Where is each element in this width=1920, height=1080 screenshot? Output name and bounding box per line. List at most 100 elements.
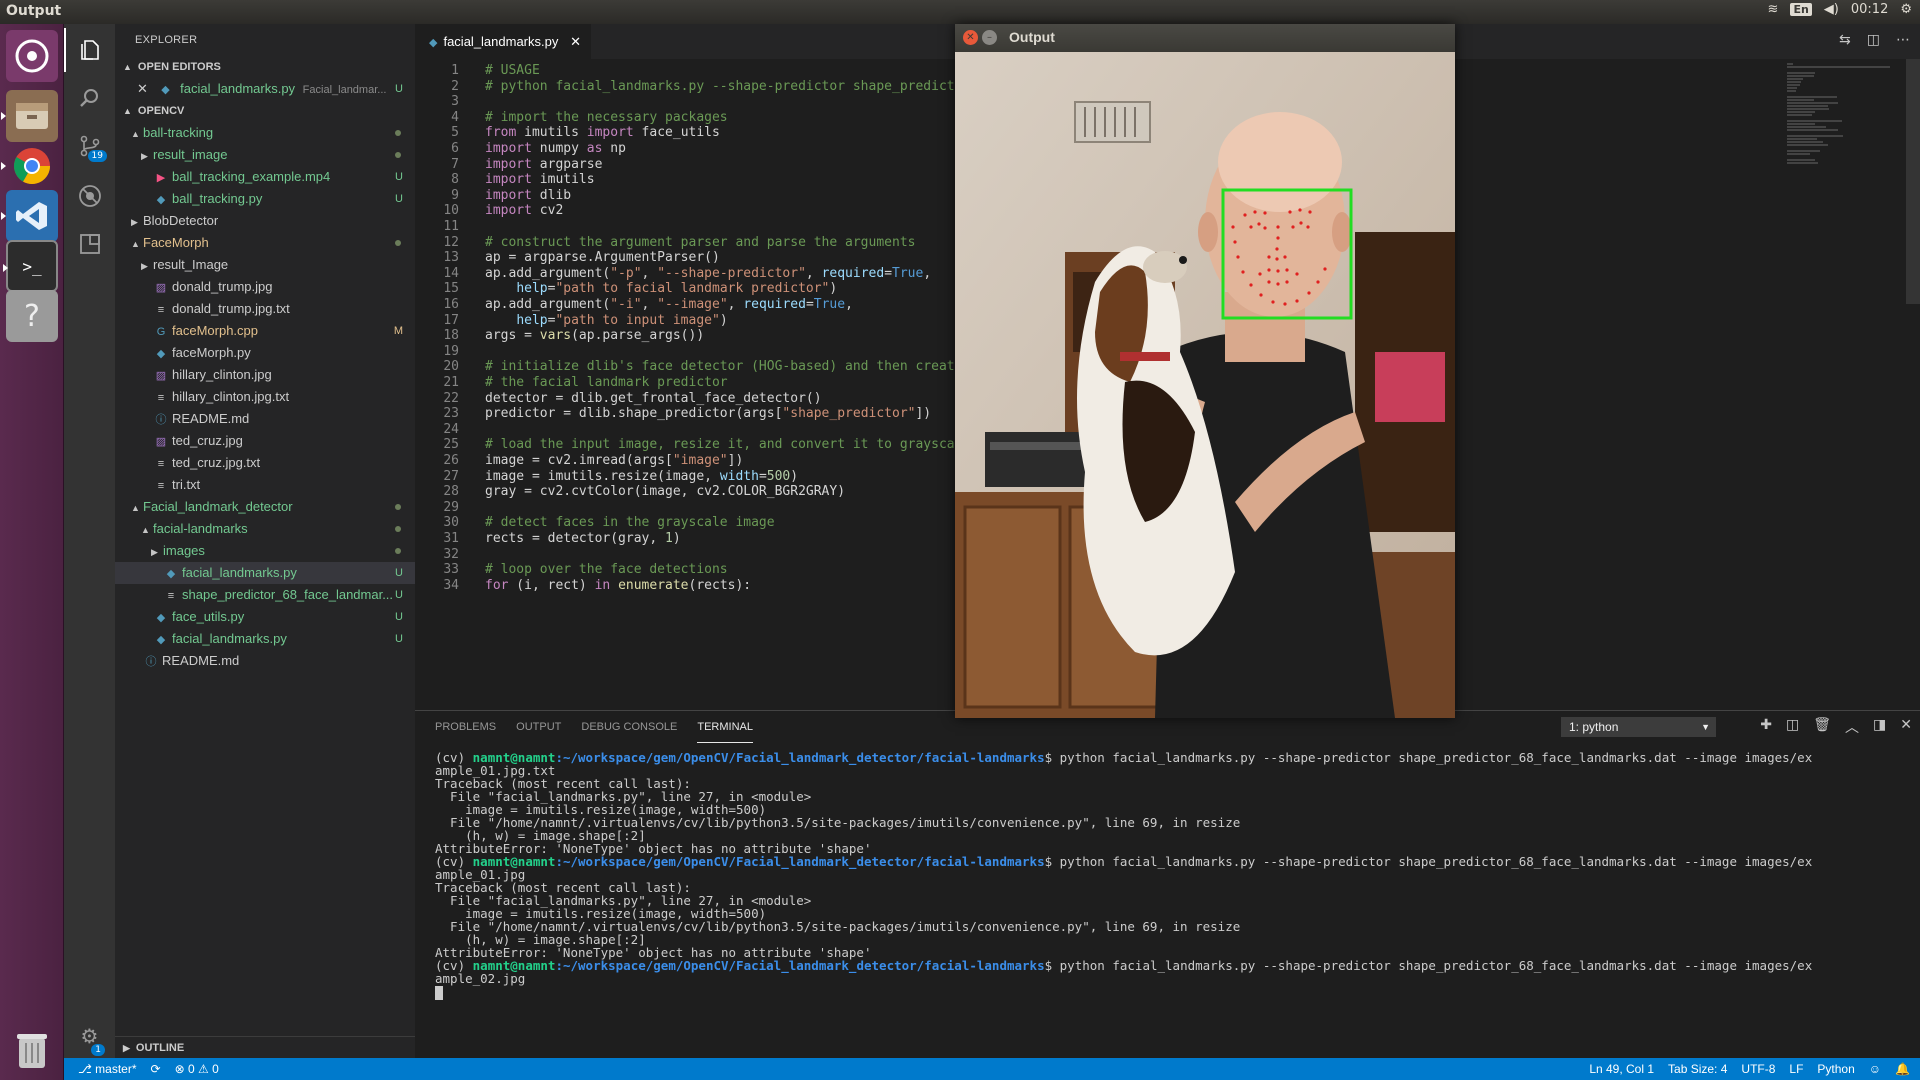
- tree-item[interactable]: ▶ BlobDetector: [115, 210, 415, 232]
- tree-item[interactable]: ≡ hillary_clinton.jpg.txt: [115, 386, 415, 408]
- wifi-icon[interactable]: ≋: [1768, 2, 1779, 17]
- extensions-icon[interactable]: [64, 222, 115, 266]
- minimap-line: [1787, 72, 1815, 74]
- panel-tab[interactable]: TERMINAL: [697, 711, 753, 743]
- files-app-icon[interactable]: [1, 90, 58, 142]
- git-status: U: [395, 611, 403, 623]
- terminal-app-icon[interactable]: >_: [3, 240, 58, 292]
- line-number: 22: [443, 390, 459, 406]
- debug-icon[interactable]: [64, 174, 115, 218]
- tab-facial-landmarks-py[interactable]: ◆ facial_landmarks.py ✕: [415, 24, 591, 59]
- help-app-icon[interactable]: ?: [6, 290, 58, 342]
- source-control-icon[interactable]: 19: [64, 124, 115, 168]
- keyboard-layout-indicator[interactable]: En: [1790, 3, 1812, 16]
- tree-item-label: faceMorph.py: [172, 345, 251, 360]
- tree-item[interactable]: ▲ Facial_landmark_detector: [115, 496, 415, 518]
- panel-tab[interactable]: OUTPUT: [516, 711, 561, 743]
- vscode-app-icon[interactable]: [1, 190, 58, 242]
- tree-item[interactable]: ⓘ README.md: [115, 650, 415, 672]
- tree-item[interactable]: ≡ shape_predictor_68_face_landmar... U: [115, 584, 415, 606]
- maximize-panel-icon[interactable]: ︿: [1845, 717, 1859, 737]
- line-number: 4: [451, 109, 459, 125]
- split-terminal-icon[interactable]: ◫: [1786, 717, 1799, 737]
- panel-tab[interactable]: DEBUG CONSOLE: [581, 711, 677, 743]
- workspace-folder-header[interactable]: ▲ OPENCV: [115, 100, 415, 122]
- tree-item[interactable]: ◆ face_utils.py U: [115, 606, 415, 628]
- sync-icon[interactable]: ⟳: [151, 1058, 161, 1080]
- tree-item[interactable]: ▶ images: [115, 540, 415, 562]
- close-icon[interactable]: ✕: [137, 81, 148, 96]
- window-close-button[interactable]: ✕: [963, 30, 978, 45]
- code-text: import argparse: [485, 156, 603, 172]
- outline-section-header[interactable]: ▶ OUTLINE: [115, 1036, 415, 1058]
- tree-item[interactable]: ▲ facial-landmarks: [115, 518, 415, 540]
- tree-item[interactable]: ▶ result_Image: [115, 254, 415, 276]
- line-ending[interactable]: LF: [1789, 1058, 1803, 1080]
- tree-item[interactable]: ▶ ball_tracking_example.mp4 U: [115, 166, 415, 188]
- tree-item-label: faceMorph.cpp: [172, 323, 258, 338]
- tree-item[interactable]: ▨ donald_trump.jpg: [115, 276, 415, 298]
- minimap[interactable]: [1785, 59, 1905, 199]
- tree-item[interactable]: ≡ ted_cruz.jpg.txt: [115, 452, 415, 474]
- volume-icon[interactable]: ◀): [1824, 2, 1839, 17]
- file-type-icon: ▨: [155, 370, 167, 382]
- window-minimize-button[interactable]: –: [982, 30, 997, 45]
- open-editor-item[interactable]: ✕ ◆ facial_landmarks.py Facial_landmar..…: [115, 78, 415, 100]
- new-terminal-icon[interactable]: ✚: [1760, 717, 1772, 737]
- tree-item[interactable]: ◆ ball_tracking.py U: [115, 188, 415, 210]
- tree-item[interactable]: ≡ donald_trump.jpg.txt: [115, 298, 415, 320]
- scrollbar-thumb[interactable]: [1906, 59, 1920, 304]
- panel-layout-icon[interactable]: ◨: [1873, 717, 1886, 737]
- close-icon[interactable]: ✕: [570, 24, 581, 59]
- indentation[interactable]: Tab Size: 4: [1668, 1058, 1727, 1080]
- window-titlebar[interactable]: ✕ – Output: [955, 24, 1455, 52]
- tree-item[interactable]: ⓘ README.md: [115, 408, 415, 430]
- terminal-line: (cv) namnt@namnt:~/workspace/gem/OpenCV/…: [435, 751, 1905, 764]
- scm-count-badge: 19: [87, 150, 107, 162]
- problems-indicator[interactable]: ⊗ 0 ⚠ 0: [175, 1058, 219, 1080]
- tree-item[interactable]: GfaceMorph.cpp M: [115, 320, 415, 342]
- file-type-icon: ⓘ: [155, 414, 167, 426]
- status-bar: ⎇ master* ⟳ ⊗ 0 ⚠ 0 Ln 49, Col 1 Tab Siz…: [64, 1058, 1920, 1080]
- close-panel-icon[interactable]: ✕: [1900, 717, 1912, 737]
- tree-item-label: facial_landmarks.py: [172, 631, 287, 646]
- open-editors-header[interactable]: ▲ OPEN EDITORS: [115, 56, 415, 78]
- tree-item[interactable]: ▨ hillary_clinton.jpg: [115, 364, 415, 386]
- trash-icon[interactable]: [6, 1024, 58, 1076]
- clock[interactable]: 00:12: [1851, 2, 1888, 17]
- tree-item[interactable]: ▶ result_image: [115, 144, 415, 166]
- tree-item[interactable]: ≡ tri.txt: [115, 474, 415, 496]
- tree-item[interactable]: ◆ faceMorph.py: [115, 342, 415, 364]
- tree-item[interactable]: ▲ FaceMorph: [115, 232, 415, 254]
- panel-tab[interactable]: PROBLEMS: [435, 711, 496, 743]
- split-editor-icon[interactable]: ◫: [1867, 32, 1880, 48]
- line-number: 25: [443, 437, 459, 453]
- more-actions-icon[interactable]: ⋯: [1896, 32, 1910, 48]
- git-branch[interactable]: ⎇ master*: [78, 1058, 137, 1080]
- dash-home-icon[interactable]: [6, 30, 58, 82]
- branch-icon: ⎇: [78, 1062, 96, 1076]
- output-image-window[interactable]: ✕ – Output: [955, 24, 1455, 718]
- feedback-icon[interactable]: ☺: [1869, 1058, 1881, 1080]
- system-settings-icon[interactable]: ⚙: [1900, 2, 1912, 17]
- prompt-path: :~/workspace/gem/OpenCV/Facial_landmark_…: [555, 958, 1045, 973]
- file-type-icon: ◆: [156, 194, 166, 206]
- kill-terminal-icon[interactable]: 🗑: [1813, 717, 1831, 737]
- tree-item[interactable]: ◆ facial_landmarks.py U: [115, 628, 415, 650]
- cursor-position[interactable]: Ln 49, Col 1: [1589, 1058, 1654, 1080]
- explorer-icon[interactable]: [64, 28, 115, 72]
- manage-gear-icon[interactable]: ⚙ 1: [64, 1014, 115, 1058]
- encoding[interactable]: UTF-8: [1741, 1058, 1775, 1080]
- tree-item[interactable]: ◆ facial_landmarks.py U: [115, 562, 415, 584]
- editor-scrollbar[interactable]: [1906, 59, 1920, 710]
- tree-item[interactable]: ▲ ball-tracking: [115, 122, 415, 144]
- chrome-app-icon[interactable]: [1, 140, 58, 192]
- notifications-bell-icon[interactable]: 🔔: [1895, 1058, 1910, 1080]
- terminal-output[interactable]: (cv) namnt@namnt:~/workspace/gem/OpenCV/…: [435, 751, 1905, 1000]
- open-changes-icon[interactable]: ⇆: [1839, 32, 1851, 48]
- command-text: $ python facial_landmarks.py --shape-pre…: [1044, 750, 1813, 765]
- language-mode[interactable]: Python: [1817, 1058, 1854, 1080]
- terminal-selector[interactable]: 1: python ▼: [1561, 717, 1716, 737]
- search-icon[interactable]: [64, 76, 115, 120]
- tree-item[interactable]: ▨ ted_cruz.jpg: [115, 430, 415, 452]
